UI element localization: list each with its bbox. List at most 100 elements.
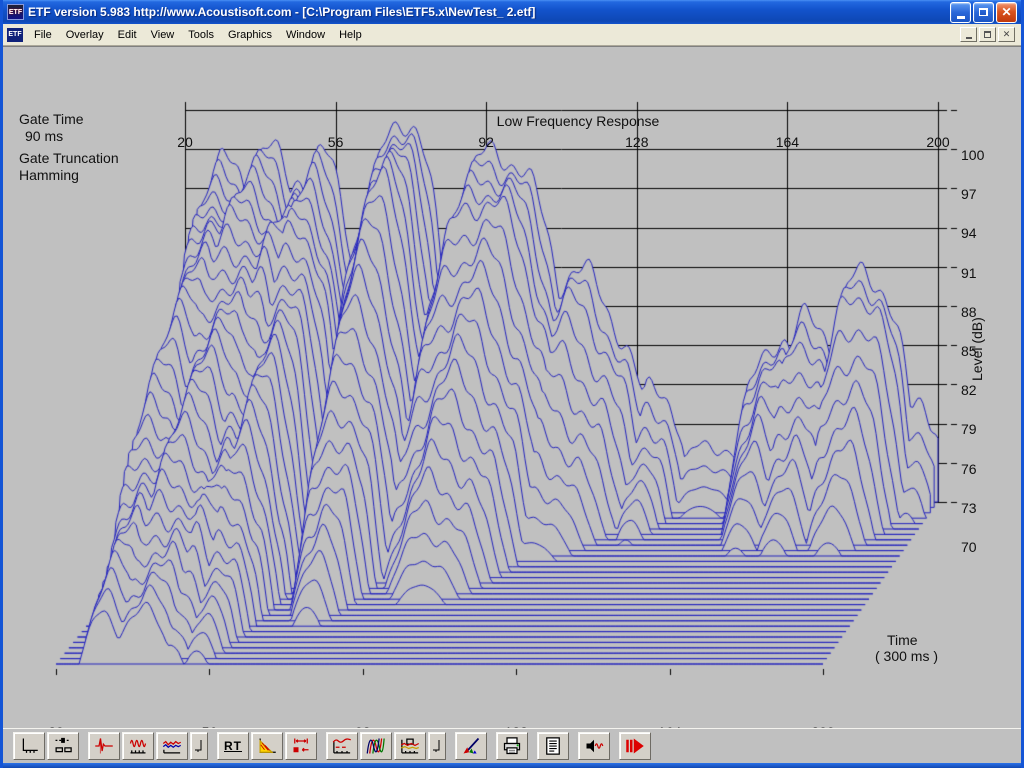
close-icon: ✕	[1001, 6, 1011, 18]
rt60-label: RT	[224, 739, 242, 753]
display-options-icon	[52, 736, 74, 756]
menu-item-view[interactable]: View	[144, 26, 182, 44]
toolbar-group	[619, 732, 651, 760]
mdi-close-button[interactable]: ✕	[998, 27, 1015, 42]
minimize-button[interactable]	[950, 2, 971, 23]
y-axis-tick-label: 100	[961, 147, 984, 163]
mdi-window-controls: ✕	[960, 27, 1019, 42]
rt60-button[interactable]: RT	[217, 732, 249, 760]
window-bottom-border	[3, 763, 1021, 768]
mini-axis-a-icon	[191, 736, 207, 756]
y-axis-tick-label: 73	[961, 500, 977, 516]
windowed-trace-icon	[399, 736, 421, 756]
menu-item-overlay[interactable]: Overlay	[59, 26, 111, 44]
restore-icon	[979, 8, 988, 16]
y-axis-tick-label: 97	[961, 186, 977, 202]
menu-item-file[interactable]: File	[27, 26, 59, 44]
time-axis-span: ( 300 ms )	[875, 648, 938, 664]
minimize-icon	[966, 37, 972, 39]
window-title: ETF version 5.983 http://www.Acoustisoft…	[28, 5, 950, 19]
impulse-response-icon	[93, 736, 115, 756]
toolbar-group	[326, 732, 446, 760]
time-gate-markers-button[interactable]	[285, 732, 317, 760]
waterfall-plot[interactable]	[3, 47, 1024, 768]
draw-angle-tool-icon	[460, 736, 482, 756]
menu-bar: ETF FileOverlayEditViewToolsGraphicsWind…	[3, 24, 1021, 46]
toolbar-group	[13, 732, 79, 760]
smoothed-response-icon	[331, 736, 353, 756]
menu-item-graphics[interactable]: Graphics	[221, 26, 279, 44]
mdi-document-icon[interactable]: ETF	[7, 28, 23, 42]
gate-truncation-value: Hamming	[19, 167, 79, 183]
y-axis-tick-label: 91	[961, 265, 977, 281]
y-axis-tick-label: 79	[961, 421, 977, 437]
menu-item-window[interactable]: Window	[279, 26, 332, 44]
y-axis-tick-label: 88	[961, 304, 977, 320]
mdi-minimize-button[interactable]	[960, 27, 977, 42]
y-axis-tick-label: 76	[961, 461, 977, 477]
mini-axis-b-button[interactable]	[428, 732, 446, 760]
close-button[interactable]: ✕	[996, 2, 1017, 23]
impulse-response-button[interactable]	[88, 732, 120, 760]
toolbar-group: RT	[217, 732, 317, 760]
print-button[interactable]	[496, 732, 528, 760]
phase-traces-icon	[365, 736, 387, 756]
menu-item-tools[interactable]: Tools	[181, 26, 221, 44]
phase-traces-button[interactable]	[360, 732, 392, 760]
time-gate-markers-icon	[290, 736, 312, 756]
mini-axis-b-icon	[429, 736, 445, 756]
mini-axis-a-button[interactable]	[190, 732, 208, 760]
time-axis-title: Time	[887, 632, 918, 648]
app-icon: ETF	[7, 4, 24, 20]
frequency-sweep-icon	[127, 736, 149, 756]
menu-items: FileOverlayEditViewToolsGraphicsWindowHe…	[27, 26, 369, 44]
plot-client-area: Gate Time 90 ms Gate Truncation Hamming …	[3, 46, 1021, 728]
frequency-sweep-button[interactable]	[122, 732, 154, 760]
gate-time-label: Gate Time	[19, 111, 84, 127]
menu-item-help[interactable]: Help	[332, 26, 369, 44]
axes-setup-icon	[18, 736, 40, 756]
run-measurement-icon	[624, 736, 646, 756]
toolbar-group	[496, 732, 528, 760]
y-axis-tick-label: 85	[961, 343, 977, 359]
x-axis-tick-label-top: 20	[177, 134, 193, 150]
y-axis-tick-label: 82	[961, 382, 977, 398]
axes-setup-button[interactable]	[13, 732, 45, 760]
restore-icon	[984, 31, 991, 38]
x-axis-tick-label-top: 200	[926, 134, 949, 150]
title-bar[interactable]: ETF ETF version 5.983 http://www.Acousti…	[3, 0, 1021, 24]
chart-title: Low Frequency Response	[443, 113, 713, 129]
gate-time-value: 90 ms	[25, 128, 63, 144]
energy-decay-icon	[256, 736, 278, 756]
energy-decay-button[interactable]	[251, 732, 283, 760]
signal-audio-icon	[583, 736, 605, 756]
x-axis-tick-label-top: 128	[625, 134, 648, 150]
x-axis-tick-label-top: 56	[328, 134, 344, 150]
overlay-traces-button[interactable]	[156, 732, 188, 760]
toolbar-group	[88, 732, 208, 760]
toolbar-group	[578, 732, 610, 760]
toolbar-group	[455, 732, 487, 760]
signal-audio-button[interactable]	[578, 732, 610, 760]
print-icon	[501, 736, 523, 756]
windowed-trace-button[interactable]	[394, 732, 426, 760]
minimize-icon	[957, 16, 965, 19]
restore-button[interactable]	[973, 2, 994, 23]
application-window: ETF ETF version 5.983 http://www.Acousti…	[0, 0, 1024, 768]
measurement-notes-button[interactable]	[537, 732, 569, 760]
x-axis-tick-label-top: 92	[478, 134, 494, 150]
smoothed-response-button[interactable]	[326, 732, 358, 760]
y-axis-tick-label: 94	[961, 225, 977, 241]
toolbar: RT	[3, 728, 1021, 763]
y-axis-tick-label: 70	[961, 539, 977, 555]
display-options-button[interactable]	[47, 732, 79, 760]
overlay-traces-icon	[161, 736, 183, 756]
x-axis-tick-label-top: 164	[776, 134, 799, 150]
gate-truncation-label: Gate Truncation	[19, 150, 119, 166]
toolbar-group	[537, 732, 569, 760]
mdi-restore-button[interactable]	[979, 27, 996, 42]
measurement-notes-icon	[542, 736, 564, 756]
menu-item-edit[interactable]: Edit	[111, 26, 144, 44]
run-measurement-button[interactable]	[619, 732, 651, 760]
draw-angle-tool-button[interactable]	[455, 732, 487, 760]
